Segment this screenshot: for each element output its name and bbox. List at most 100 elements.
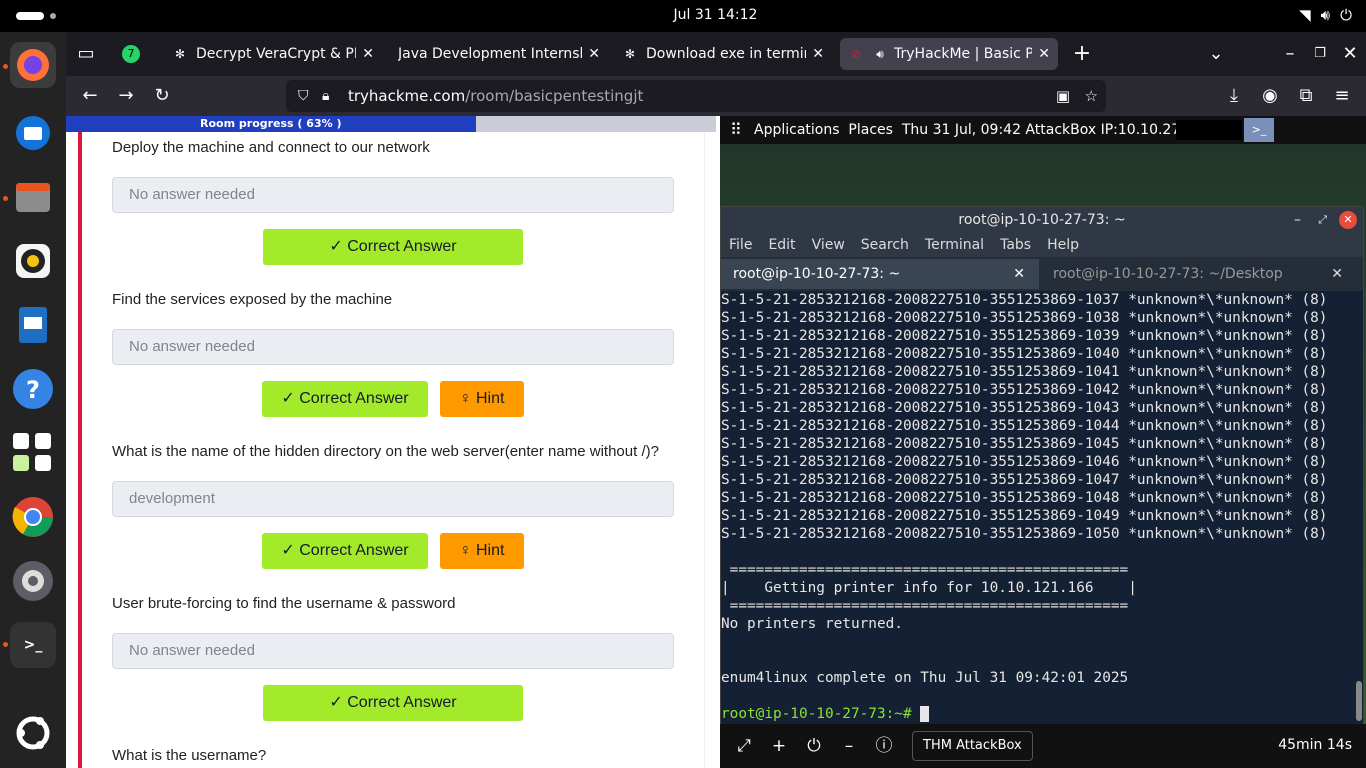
correct-answer-button[interactable]: ✓ Correct Answer xyxy=(262,381,428,417)
hint-button[interactable]: ♀ Hint xyxy=(440,533,524,569)
terminal-launcher-icon[interactable]: >_ xyxy=(1244,118,1274,142)
tab-label: root@ip-10-10-27-73: ~/Desktop xyxy=(1053,266,1283,282)
onscreen-keyboard-icon[interactable] xyxy=(10,430,56,476)
reader-view-icon[interactable]: ▣ xyxy=(1056,80,1070,112)
menu-terminal[interactable]: Terminal xyxy=(925,233,984,257)
menu-view[interactable]: View xyxy=(812,233,845,257)
firefox-icon[interactable] xyxy=(10,42,56,88)
files-icon[interactable] xyxy=(10,174,56,220)
account-icon[interactable]: ◉ xyxy=(1258,84,1282,108)
close-icon[interactable]: ✕ xyxy=(812,46,824,62)
terminal-line: S-1-5-21-2853212168-2008227510-355125386… xyxy=(721,400,1328,416)
reload-icon[interactable]: ↻ xyxy=(150,84,174,108)
terminal-line: No printers returned. xyxy=(721,616,903,632)
menu-edit[interactable]: Edit xyxy=(768,233,795,257)
list-tabs-icon[interactable]: ⌄ xyxy=(1204,42,1228,66)
extensions-icon[interactable]: ⧉ xyxy=(1294,84,1318,108)
terminal-tab-desktop[interactable]: root@ip-10-10-27-73: ~/Desktop ✕ xyxy=(1041,259,1357,289)
terminal-prompt-line: root@ip-10-10-27-73:~# xyxy=(721,705,1357,723)
close-icon[interactable]: ✕ xyxy=(1331,259,1343,289)
maximize-icon[interactable]: ⤢ xyxy=(1318,207,1327,233)
shield-icon[interactable]: ⛉ xyxy=(298,80,309,112)
terminal-title: root@ip-10-10-27-73: ~ xyxy=(958,212,1126,228)
back-icon[interactable]: ← xyxy=(78,84,102,108)
answer-field[interactable]: No answer needed xyxy=(112,177,674,213)
close-icon[interactable]: ✕ xyxy=(588,46,600,62)
close-icon[interactable]: ✕ xyxy=(362,46,374,62)
minimize-icon[interactable]: – xyxy=(1294,207,1301,233)
attackbox-label[interactable]: THM AttackBox xyxy=(912,731,1033,761)
speaker-icon[interactable]: 🔊︎ xyxy=(872,46,888,62)
close-icon[interactable]: ✕ xyxy=(1013,259,1025,289)
question-text: Find the services exposed by the machine xyxy=(112,291,393,308)
settings-icon[interactable] xyxy=(10,558,56,604)
downloads-icon[interactable]: ⤓ xyxy=(1222,84,1246,108)
menu-help[interactable]: Help xyxy=(1047,233,1079,257)
add-time-icon[interactable]: + xyxy=(767,734,791,758)
correct-answer-button[interactable]: ✓ Correct Answer xyxy=(263,685,523,721)
rhythmbox-icon[interactable] xyxy=(10,238,56,284)
menu-file[interactable]: File xyxy=(729,233,752,257)
terminal-line: S-1-5-21-2853212168-2008227510-355125386… xyxy=(721,436,1328,452)
tab-tryhackme[interactable]: ⊘ 🔊︎ TryHackMe | Basic Pentesting ✕ xyxy=(840,38,1058,70)
attackbox-toolbar: ⤢ + ⏻ – ⓘ THM AttackBox 45min 14s xyxy=(720,724,1366,768)
terminal-output[interactable]: S-1-5-21-2853212168-2008227510-355125386… xyxy=(721,291,1357,725)
system-tray[interactable]: ◥ 🔊︎ ⏻ xyxy=(1299,6,1352,24)
tab-java-internship[interactable]: Java Development Internship ✕ xyxy=(390,38,608,70)
fullscreen-icon[interactable]: ⤢ xyxy=(732,734,756,758)
scroll-thumb[interactable] xyxy=(1356,681,1362,721)
system-clock[interactable]: Jul 31 14:12 xyxy=(0,7,1366,23)
maximize-icon[interactable]: ❐ xyxy=(1308,42,1332,66)
terminal-line: S-1-5-21-2853212168-2008227510-355125386… xyxy=(721,364,1328,380)
terminal-tab-home[interactable]: root@ip-10-10-27-73: ~ ✕ xyxy=(721,259,1039,289)
terminal-line: S-1-5-21-2853212168-2008227510-355125386… xyxy=(721,346,1328,362)
answer-field[interactable]: No answer needed xyxy=(112,329,674,365)
tab-download-exe[interactable]: ✻ Download exe in terminal ✕ xyxy=(614,38,832,70)
lightbulb-icon: ♀ xyxy=(459,390,472,407)
ubuntu-apps-icon[interactable] xyxy=(10,710,56,756)
apps-grid-icon[interactable]: ⠿ xyxy=(730,116,742,144)
terminal-line: S-1-5-21-2853212168-2008227510-355125386… xyxy=(721,382,1328,398)
thunderbird-icon[interactable] xyxy=(10,110,56,156)
vm-top-panel: ⠿ Applications Places Thu 31 Jul, 09:42 … xyxy=(720,116,1366,144)
answer-field[interactable]: development xyxy=(112,481,674,517)
tab-label: Decrypt VeraCrypt & PE xyxy=(196,46,357,62)
minimize-icon[interactable]: – xyxy=(1278,42,1302,66)
chrome-icon[interactable] xyxy=(10,494,56,540)
menu-search[interactable]: Search xyxy=(861,233,909,257)
running-indicator xyxy=(3,196,8,201)
bookmark-star-icon[interactable]: ☆ xyxy=(1085,80,1098,112)
power-icon: ⏻ xyxy=(1340,6,1352,24)
new-tab-icon[interactable]: + xyxy=(1070,42,1094,66)
menu-tabs[interactable]: Tabs xyxy=(1000,233,1031,257)
url-bar[interactable]: ⛉ 🔒︎ tryhackme.com/room/basicpentestingj… xyxy=(286,80,1106,112)
help-icon[interactable]: ? xyxy=(10,366,56,412)
tab-decrypt-veracrypt[interactable]: ✻ Decrypt VeraCrypt & PE ✕ xyxy=(164,38,382,70)
terminal-tabs: root@ip-10-10-27-73: ~ ✕ root@ip-10-10-2… xyxy=(721,257,1363,291)
window-close-icon[interactable]: ✕ xyxy=(1338,42,1362,66)
shrink-icon[interactable]: – xyxy=(837,734,861,758)
tab-overview-icon[interactable]: ▭ xyxy=(74,42,98,66)
terminal-icon[interactable]: >_ xyxy=(10,622,56,668)
url-text[interactable]: tryhackme.com/room/basicpentestingjt xyxy=(348,80,643,112)
page-scrollbar[interactable] xyxy=(704,132,716,768)
notification-badge[interactable]: 7 xyxy=(122,45,140,63)
lock-icon[interactable]: 🔒︎ xyxy=(322,80,329,112)
close-icon[interactable]: ✕ xyxy=(1339,211,1357,229)
info-icon[interactable]: ⓘ xyxy=(872,734,896,758)
attackbox-panel: ⠿ Applications Places Thu 31 Jul, 09:42 … xyxy=(720,116,1366,768)
hint-button[interactable]: ♀ Hint xyxy=(440,381,524,417)
correct-answer-button[interactable]: ✓ Correct Answer xyxy=(262,533,428,569)
question-text: User brute-forcing to find the username … xyxy=(112,595,456,612)
power-icon[interactable]: ⏻ xyxy=(802,734,826,758)
close-icon[interactable]: ✕ xyxy=(1038,46,1050,62)
terminal-menubar: File Edit View Search Terminal Tabs Help xyxy=(721,233,1363,257)
correct-answer-button[interactable]: ✓ Correct Answer xyxy=(263,229,523,265)
menu-icon[interactable]: ≡ xyxy=(1330,84,1354,108)
terminal-scrollbar[interactable] xyxy=(1355,291,1363,725)
vm-panel-text[interactable]: Applications Places Thu 31 Jul, 09:42 At… xyxy=(754,116,1203,144)
libreoffice-impress-icon[interactable] xyxy=(10,302,56,348)
answer-field[interactable]: No answer needed xyxy=(112,633,674,669)
forward-icon[interactable]: → xyxy=(114,84,138,108)
